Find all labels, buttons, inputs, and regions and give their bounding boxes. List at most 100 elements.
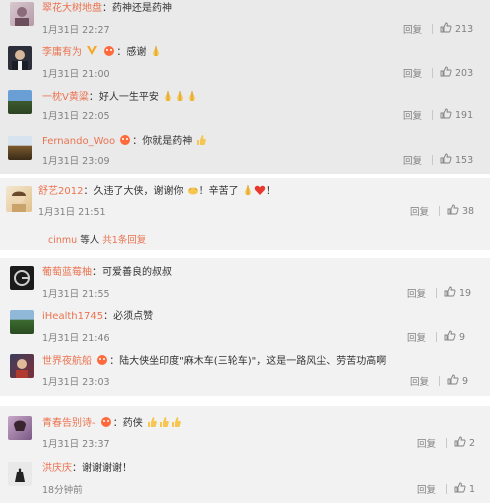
divider bbox=[446, 484, 447, 494]
like-count: 9 bbox=[459, 332, 466, 343]
reply-button[interactable]: 回复 bbox=[407, 330, 426, 344]
divider bbox=[439, 206, 440, 216]
like-button[interactable]: 9 bbox=[444, 330, 465, 343]
avatar[interactable] bbox=[6, 186, 32, 212]
pray-emoji-icon bbox=[165, 91, 172, 101]
comment-time: 1月31日 23:37 bbox=[42, 439, 110, 450]
comment-text: ：感谢 bbox=[116, 47, 147, 58]
reply-button[interactable]: 回复 bbox=[410, 374, 429, 388]
divider bbox=[436, 288, 437, 298]
avatar[interactable] bbox=[8, 136, 32, 160]
comment-text: ：药侠 bbox=[112, 418, 143, 429]
comment-item: 洪庆庆：谢谢谢谢！ 18分钟前 回复 1 bbox=[0, 460, 490, 502]
like-button[interactable]: 9 bbox=[447, 374, 468, 387]
like-count: 19 bbox=[459, 288, 472, 299]
reply-button[interactable]: 回复 bbox=[417, 436, 436, 450]
divider bbox=[432, 110, 433, 120]
reply-button[interactable]: 回复 bbox=[403, 22, 422, 36]
like-button[interactable]: 213 bbox=[440, 22, 473, 35]
like-button[interactable]: 203 bbox=[440, 66, 473, 79]
like-button[interactable]: 1 bbox=[454, 482, 475, 495]
like-button[interactable]: 153 bbox=[440, 153, 473, 166]
avatar[interactable] bbox=[10, 354, 34, 378]
username-link[interactable]: 洪庆庆 bbox=[42, 463, 72, 474]
like-button[interactable]: 19 bbox=[444, 286, 471, 299]
fan-badge-icon bbox=[120, 135, 131, 145]
comment-text: ：可爱善良的叔叔 bbox=[92, 267, 172, 278]
username-link[interactable]: 世界夜航船 bbox=[42, 356, 92, 367]
thumbs-up-icon bbox=[440, 108, 452, 119]
comment-item: iHealth1745：必须点赞 1月31日 21:46 回复 9 bbox=[0, 308, 490, 350]
comment-item: 翠花大树地盘：药神还是药神 1月31日 22:27 回复 213 bbox=[0, 0, 490, 42]
sub-reply-user[interactable]: cinmu bbox=[48, 235, 77, 246]
avatar[interactable] bbox=[8, 416, 32, 440]
comment-item: 李庸有为 ：感谢 1月31日 21:00 回复 203 bbox=[0, 44, 490, 86]
username-link[interactable]: 葡萄蓝莓柚 bbox=[42, 267, 92, 278]
divider bbox=[436, 332, 437, 342]
thumbs-up-icon bbox=[440, 66, 452, 77]
comment-time: 1月31日 22:05 bbox=[42, 111, 110, 122]
pray-emoji-icon bbox=[189, 91, 196, 101]
comment-item: 舒艺2012：久违了大侠，谢谢你 ！辛苦了 ！ 1月31日 21:51 回复 3… bbox=[0, 178, 490, 220]
comment-time: 1月31日 21:00 bbox=[42, 69, 110, 80]
comment-time: 1月31日 23:09 bbox=[42, 156, 110, 167]
comment-text-3: ！ bbox=[265, 186, 276, 197]
comment-item: 世界夜航船 ：陆大侠坐印度"麻木车(三轮车)"，这是一路风尘、劳苦功高啊 1月3… bbox=[0, 352, 490, 394]
username-link[interactable]: Fernando_Woo bbox=[42, 136, 115, 147]
comment-text: ：谢谢谢谢！ bbox=[72, 463, 132, 474]
like-count: 9 bbox=[462, 376, 469, 387]
view-replies-link[interactable]: 共1条回复 bbox=[102, 235, 146, 246]
thumbs-up-icon bbox=[440, 153, 452, 164]
thumbs-up-icon bbox=[444, 286, 456, 297]
fan-badge-icon bbox=[104, 46, 115, 56]
divider bbox=[432, 68, 433, 78]
username-link[interactable]: 一枕V黄粱 bbox=[42, 92, 89, 103]
like-button[interactable]: 191 bbox=[440, 108, 473, 121]
divider bbox=[446, 438, 447, 448]
thumbs-up-emoji-icon bbox=[171, 417, 181, 427]
heart-emoji-icon bbox=[254, 185, 266, 195]
like-button[interactable]: 38 bbox=[447, 204, 474, 217]
comment-text: ：必须点赞 bbox=[103, 311, 154, 322]
avatar[interactable] bbox=[10, 310, 34, 334]
reply-button[interactable]: 回复 bbox=[407, 286, 426, 300]
fan-badge-icon bbox=[97, 355, 108, 365]
comment-time: 1月31日 21:46 bbox=[42, 333, 110, 344]
comment-group: 青春告别诗- ：药侠 1月31日 23:37 回复 2 洪庆庆：谢谢谢谢！ 18… bbox=[0, 406, 490, 503]
avatar[interactable] bbox=[8, 462, 32, 486]
avatar[interactable] bbox=[8, 46, 32, 70]
avatar[interactable] bbox=[10, 2, 34, 26]
divider bbox=[439, 376, 440, 386]
fan-badge-icon bbox=[100, 417, 111, 427]
username-link[interactable]: 青春告别诗- bbox=[42, 418, 96, 429]
avatar[interactable] bbox=[10, 266, 34, 290]
reply-button[interactable]: 回复 bbox=[403, 66, 422, 80]
comment-feed: 翠花大树地盘：药神还是药神 1月31日 22:27 回复 213 李庸有为 ：感… bbox=[0, 0, 490, 503]
username-link[interactable]: 李庸有为 bbox=[42, 47, 82, 58]
comment-time: 18分钟前 bbox=[42, 485, 83, 496]
like-count: 191 bbox=[455, 110, 474, 121]
comment-group: 葡萄蓝莓柚：可爱善良的叔叔 1月31日 21:55 回复 19 iHealth1… bbox=[0, 258, 490, 396]
hug-emoji-icon bbox=[187, 187, 198, 195]
thumbs-up-icon bbox=[440, 22, 452, 33]
reply-button[interactable]: 回复 bbox=[417, 482, 436, 496]
comment-item: 一枕V黄粱：好人一生平安 1月31日 22:05 回复 191 bbox=[0, 88, 490, 130]
comment-time: 1月31日 21:51 bbox=[38, 207, 106, 218]
comment-text: ：陆大侠坐印度"麻木车(三轮车)"，这是一路风尘、劳苦功高啊 bbox=[109, 356, 387, 367]
comment-time: 1月31日 22:27 bbox=[42, 25, 110, 36]
comment-group: 舒艺2012：久违了大侠，谢谢你 ！辛苦了 ！ 1月31日 21:51 回复 3… bbox=[0, 178, 490, 250]
like-button[interactable]: 2 bbox=[454, 436, 475, 449]
verified-v-icon bbox=[87, 46, 98, 55]
reply-button[interactable]: 回复 bbox=[410, 204, 429, 218]
username-link[interactable]: 舒艺2012 bbox=[38, 186, 83, 197]
like-count: 203 bbox=[455, 68, 474, 79]
reply-button[interactable]: 回复 bbox=[403, 108, 422, 122]
reply-button[interactable]: 回复 bbox=[403, 153, 422, 167]
comment-group: 翠花大树地盘：药神还是药神 1月31日 22:27 回复 213 李庸有为 ：感… bbox=[0, 0, 490, 174]
comment-item: 葡萄蓝莓柚：可爱善良的叔叔 1月31日 21:55 回复 19 bbox=[0, 264, 490, 306]
avatar[interactable] bbox=[8, 90, 32, 114]
username-link[interactable]: 翠花大树地盘 bbox=[42, 3, 102, 14]
pray-emoji-icon bbox=[177, 91, 184, 101]
username-link[interactable]: iHealth1745 bbox=[42, 311, 103, 322]
pray-emoji-icon bbox=[152, 46, 159, 56]
